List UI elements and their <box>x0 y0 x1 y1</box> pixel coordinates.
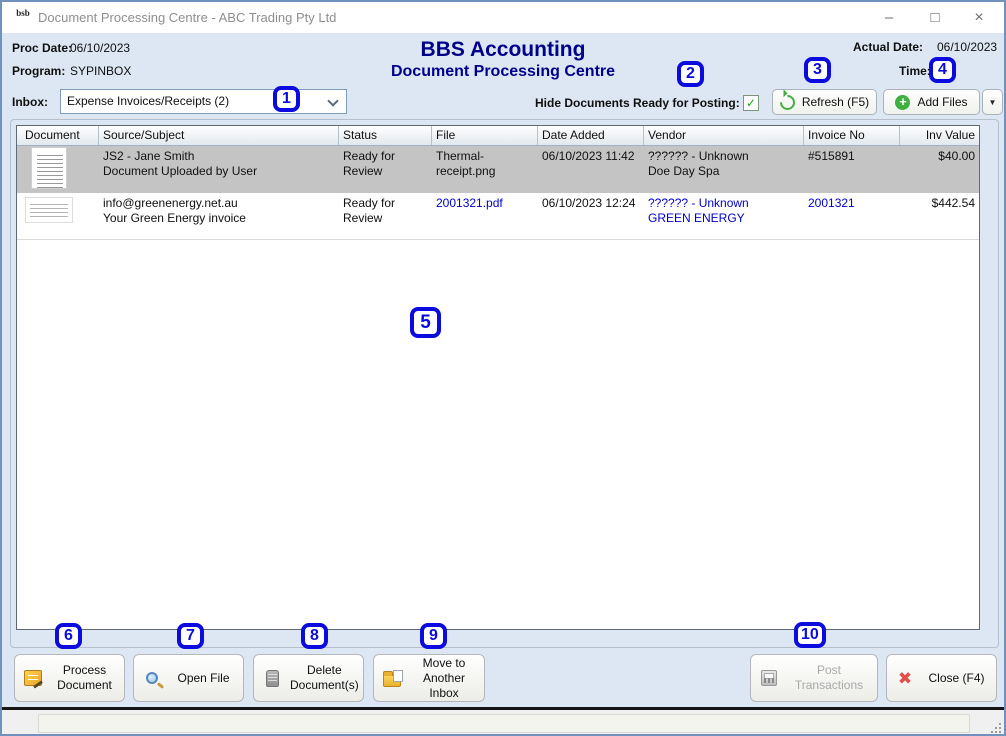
som-badge-3: 3 <box>804 57 831 83</box>
inv-value-cell: $40.00 <box>900 146 979 193</box>
title-bar: bsb Document Processing Centre - ABC Tra… <box>2 2 1004 33</box>
vendor-cell[interactable]: ?????? - UnknownGREEN ENERGY <box>644 193 804 239</box>
open-file-label: Open File <box>170 671 243 686</box>
page-title: Document Processing Centre <box>2 63 1004 81</box>
minimize-button[interactable]: – <box>872 2 906 33</box>
status-cell: Ready forReview <box>339 193 432 239</box>
inbox-select[interactable]: Expense Invoices/Receipts (2) <box>60 89 347 114</box>
col-header-inv-value[interactable]: Inv Value <box>900 126 979 145</box>
add-files-button-label: Add Files <box>917 95 967 109</box>
receipt-thumbnail <box>31 147 67 189</box>
post-transactions-icon <box>761 670 777 686</box>
som-badge-8: 8 <box>301 623 328 649</box>
refresh-icon <box>777 91 798 112</box>
close-form-label: Close (F4) <box>923 671 996 686</box>
add-files-menu-button[interactable]: ▼ <box>982 89 1003 115</box>
add-files-button[interactable]: + Add Files <box>883 89 980 115</box>
process-document-icon <box>24 670 42 686</box>
post-transactions-label: Post Transactions <box>787 663 877 693</box>
date-added-cell: 06/10/2023 12:24 <box>538 193 644 239</box>
process-document-button[interactable]: Process Document <box>14 654 125 702</box>
source-cell: info@greenenergy.net.auYour Green Energy… <box>99 193 339 239</box>
hide-posting-label: Hide Documents Ready for Posting: <box>535 96 740 110</box>
refresh-button-label: Refresh (F5) <box>802 95 869 109</box>
hide-posting-checkbox[interactable]: ✓ <box>743 95 759 111</box>
som-badge-7: 7 <box>177 623 204 649</box>
plus-icon: + <box>895 95 910 110</box>
dropdown-arrow-icon: ▼ <box>989 98 997 107</box>
invoice-thumbnail <box>25 197 73 223</box>
magnifier-icon <box>146 672 158 684</box>
app-window: bsb Document Processing Centre - ABC Tra… <box>0 0 1006 736</box>
date-added-cell: 06/10/2023 11:42 <box>538 146 644 193</box>
source-cell: JS2 - Jane SmithDocument Uploaded by Use… <box>99 146 339 193</box>
som-badge-5: 5 <box>410 307 441 338</box>
window-title: Document Processing Centre - ABC Trading… <box>38 2 336 33</box>
som-badge-10: 10 <box>794 622 826 648</box>
col-header-file[interactable]: File <box>432 126 538 145</box>
refresh-button[interactable]: Refresh (F5) <box>772 89 877 115</box>
som-badge-1: 1 <box>273 86 300 112</box>
delete-documents-button[interactable]: Delete Document(s) <box>253 654 364 702</box>
table-row[interactable]: info@greenenergy.net.auYour Green Energy… <box>17 193 979 240</box>
post-transactions-button[interactable]: Post Transactions <box>750 654 878 702</box>
actual-date-label: Actual Date: <box>853 40 923 54</box>
col-header-vendor[interactable]: Vendor <box>644 126 804 145</box>
inbox-label: Inbox: <box>12 95 48 109</box>
app-logo-icon: bsb <box>14 9 32 26</box>
invoice-no-cell: #515891 <box>804 146 900 193</box>
chevron-down-icon <box>327 95 338 106</box>
status-panel <box>38 714 970 733</box>
inbox-selected-value: Expense Invoices/Receipts (2) <box>67 90 229 113</box>
som-badge-4: 4 <box>929 57 956 83</box>
folder-move-icon <box>383 674 401 687</box>
col-header-invoice-no[interactable]: Invoice No <box>804 126 900 145</box>
file-cell[interactable]: Thermal-receipt.png <box>432 146 538 193</box>
time-label: Time: <box>899 64 931 78</box>
invoice-no-link[interactable]: 2001321 <box>804 193 900 239</box>
close-form-button[interactable]: ✖ Close (F4) <box>886 654 997 702</box>
document-cell <box>17 193 99 239</box>
col-header-status[interactable]: Status <box>339 126 432 145</box>
close-window-button[interactable]: × <box>962 2 996 33</box>
close-x-icon: ✖ <box>898 670 912 687</box>
status-bar <box>2 707 1004 736</box>
resize-grip[interactable] <box>991 723 1001 733</box>
col-header-date-added[interactable]: Date Added <box>538 126 644 145</box>
delete-documents-label: Delete Document(s) <box>290 663 365 693</box>
table-header-row: Document Source/Subject Status File Date… <box>17 126 979 146</box>
move-to-inbox-button[interactable]: Move to Another Inbox <box>373 654 485 702</box>
open-file-button[interactable]: Open File <box>133 654 244 702</box>
document-cell <box>17 146 99 193</box>
actual-date-value: 06/10/2023 <box>937 40 997 54</box>
status-cell: Ready forReview <box>339 146 432 193</box>
col-header-source[interactable]: Source/Subject <box>99 126 339 145</box>
trash-icon <box>266 670 279 687</box>
vendor-cell: ?????? - UnknownDoe Day Spa <box>644 146 804 193</box>
table-row[interactable]: JS2 - Jane SmithDocument Uploaded by Use… <box>17 146 979 193</box>
documents-table: Document Source/Subject Status File Date… <box>16 125 980 630</box>
process-document-label: Process Document <box>51 663 124 693</box>
som-badge-6: 6 <box>55 623 82 649</box>
som-badge-2: 2 <box>677 61 704 87</box>
move-to-inbox-label: Move to Another Inbox <box>410 656 484 701</box>
inv-value-cell: $442.54 <box>900 193 979 239</box>
som-badge-9: 9 <box>420 623 447 649</box>
checkmark-icon: ✓ <box>746 96 756 110</box>
file-link[interactable]: 2001321.pdf <box>432 193 538 239</box>
col-header-document[interactable]: Document <box>17 126 99 145</box>
maximize-button[interactable]: □ <box>918 2 952 33</box>
